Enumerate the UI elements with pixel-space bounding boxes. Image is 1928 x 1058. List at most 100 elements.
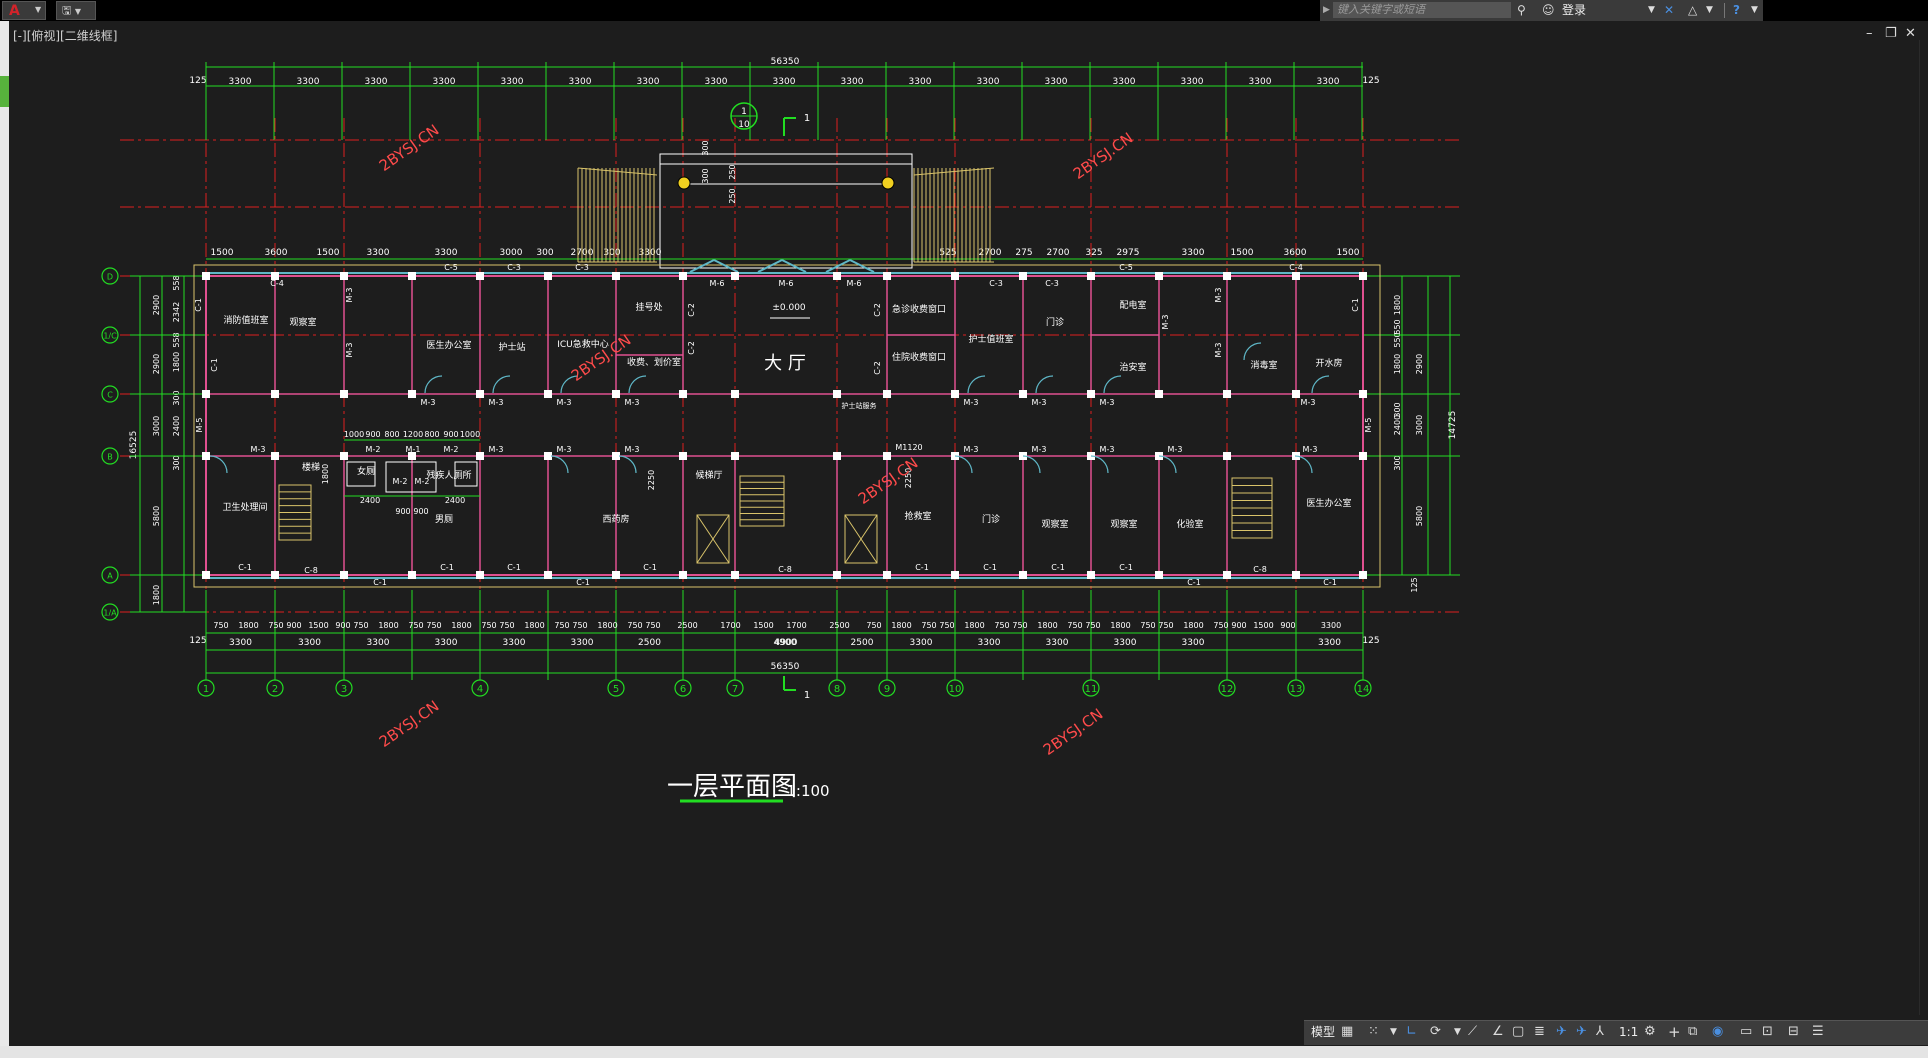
glass-door <box>825 259 851 273</box>
opening-tag: C-1 <box>194 298 203 312</box>
annotation-scale-select[interactable]: 1:1 <box>1619 1024 1638 1040</box>
room-label: 收费、划价室 <box>627 356 681 368</box>
bay-dimension: 2500 <box>638 638 661 648</box>
segment-dimension: 750 <box>1085 621 1100 630</box>
segment-dimension: 750 <box>1213 621 1228 630</box>
close-icon[interactable]: ✕ <box>1905 27 1916 41</box>
binoculars-icon[interactable]: ⚲ <box>1517 2 1526 18</box>
a360-icon[interactable]: △ <box>1688 2 1697 18</box>
segment-dimension: 1200 <box>403 430 423 439</box>
clean-screen-icon[interactable]: ▭ <box>1740 1024 1752 1040</box>
chevron-down-icon[interactable]: ▼ <box>1751 2 1758 18</box>
opening-tag: C-8 <box>1253 565 1267 574</box>
bottom-edge-strip <box>0 1046 1928 1058</box>
chevron-down-icon[interactable]: ▼ <box>1454 1024 1461 1040</box>
column <box>340 390 348 398</box>
chevron-down-icon[interactable]: ▼ <box>1706 2 1713 18</box>
expand-arrow-icon[interactable]: ▶ <box>1323 2 1330 18</box>
chevron-down-icon[interactable]: ▼ <box>1648 2 1655 18</box>
fullscreen-icon[interactable]: ⊟ <box>1788 1024 1799 1040</box>
side-dimension: 558 <box>172 275 181 290</box>
segment-dimension: 900 <box>365 430 380 439</box>
isolate-icon[interactable]: ⧉ <box>1688 1024 1697 1040</box>
annotation-visibility-icon[interactable]: ✈ <box>1576 1024 1587 1040</box>
segment-dimension: 250 <box>728 164 737 179</box>
column <box>883 571 891 579</box>
hall-label: 大 厅 <box>764 353 806 374</box>
grid-icon[interactable]: ▦ <box>1341 1024 1353 1040</box>
room-label: 化验室 <box>1176 518 1203 530</box>
opening-tag: M-3 <box>625 398 640 407</box>
axis-label: 7 <box>732 684 738 695</box>
opening-tag: M-6 <box>779 279 794 288</box>
door-swing <box>618 455 637 474</box>
user-icon[interactable]: ☺ <box>1542 2 1555 18</box>
model-tab-button[interactable]: 模型 <box>1311 1024 1335 1040</box>
watermark: 2BYSJ.CN <box>376 697 443 751</box>
minimize-icon[interactable]: – <box>1866 27 1873 41</box>
segment-dimension: 750 <box>1140 621 1155 630</box>
viewport-controls-label[interactable]: [-][俯视][二维线框] <box>13 27 117 44</box>
quick-access-save-button[interactable]: 🖫 ▼ <box>56 1 96 20</box>
opening-tag: C-1 <box>983 563 997 572</box>
side-dimension: 5800 <box>1415 506 1424 526</box>
segment-dimension: 900 <box>1231 621 1246 630</box>
segment-dimension: 2975 <box>1117 248 1140 258</box>
autocad-logo-icon: A <box>9 3 20 19</box>
help-icon[interactable]: ? <box>1733 2 1740 18</box>
canopy-outline <box>659 163 913 269</box>
column <box>951 390 959 398</box>
polar-icon[interactable]: ⟳ <box>1430 1024 1441 1040</box>
section-label: 1 <box>804 113 810 124</box>
side-dimension: 550 <box>1393 319 1402 334</box>
room-label: 抢救室 <box>904 510 931 522</box>
opening-tag: C-8 <box>304 566 318 575</box>
segment-dimension: 900 <box>395 507 410 516</box>
side-dimension: 300 <box>172 390 181 405</box>
snap-icon[interactable]: ⁙ <box>1368 1024 1379 1040</box>
workspace-icon[interactable]: ⚙ <box>1644 1024 1656 1040</box>
opening-tag: C-1 <box>1187 578 1201 587</box>
bay-dimension: 3300 <box>1317 77 1340 87</box>
room-label: 楼梯 <box>302 461 320 473</box>
segment-dimension: 1800 <box>238 621 258 630</box>
column <box>271 571 279 579</box>
segment-dimension: 900 <box>443 430 458 439</box>
end-dimension: 125 <box>1362 636 1379 646</box>
chevron-down-icon[interactable]: ▼ <box>1390 1024 1397 1040</box>
segment-dimension: 300 <box>701 168 710 183</box>
otrack-icon[interactable]: ∠ <box>1492 1024 1504 1040</box>
restore-icon[interactable]: ❐ <box>1885 27 1897 41</box>
login-button[interactable]: 登录 <box>1562 2 1586 18</box>
osnap-icon[interactable]: ⟋ <box>1468 1024 1477 1040</box>
annotation-icon[interactable]: ✈ <box>1556 1024 1567 1040</box>
segment-dimension: 3300 <box>367 248 390 258</box>
menu-icon[interactable]: ☰ <box>1812 1024 1824 1040</box>
drawing-canvas[interactable]: 56350125 1253300 3300 3300 3300 3300 3300 3300 3… <box>9 21 1919 1018</box>
viewport-border <box>1919 40 1920 1015</box>
application-menu-button[interactable]: A ▼ <box>2 1 46 20</box>
side-dimension: 2400 <box>172 416 181 436</box>
lineweight-icon[interactable]: ▢ <box>1512 1024 1524 1040</box>
plus-icon[interactable]: + <box>1668 1024 1681 1040</box>
axis-label: B <box>107 453 113 462</box>
axis-label: 13 <box>1290 684 1303 695</box>
ortho-icon[interactable]: ∟ <box>1406 1024 1417 1040</box>
x-exchange-icon[interactable]: ✕ <box>1664 2 1674 18</box>
annotation-scale-icon[interactable]: ⅄ <box>1596 1024 1604 1040</box>
axis-label: 8 <box>834 684 840 695</box>
room-label: 观察室 <box>1110 518 1137 530</box>
transparency-icon[interactable]: ≣ <box>1534 1024 1545 1040</box>
segment-dimension: 1800 <box>964 621 984 630</box>
search-input[interactable]: 键入关键字或短语 <box>1333 2 1511 18</box>
side-dimension: 300 <box>172 455 181 470</box>
column <box>951 571 959 579</box>
door-swing <box>967 375 986 394</box>
hardware-icon[interactable]: ◉ <box>1712 1024 1723 1040</box>
segment-dimension: 1500 <box>317 248 340 258</box>
column <box>612 452 620 460</box>
segment-dimension: 300 <box>536 248 553 258</box>
segment-dimension: 1500 <box>1231 248 1254 258</box>
properties-icon[interactable]: ⊡ <box>1762 1024 1773 1040</box>
segment-dimension: 3600 <box>265 248 288 258</box>
